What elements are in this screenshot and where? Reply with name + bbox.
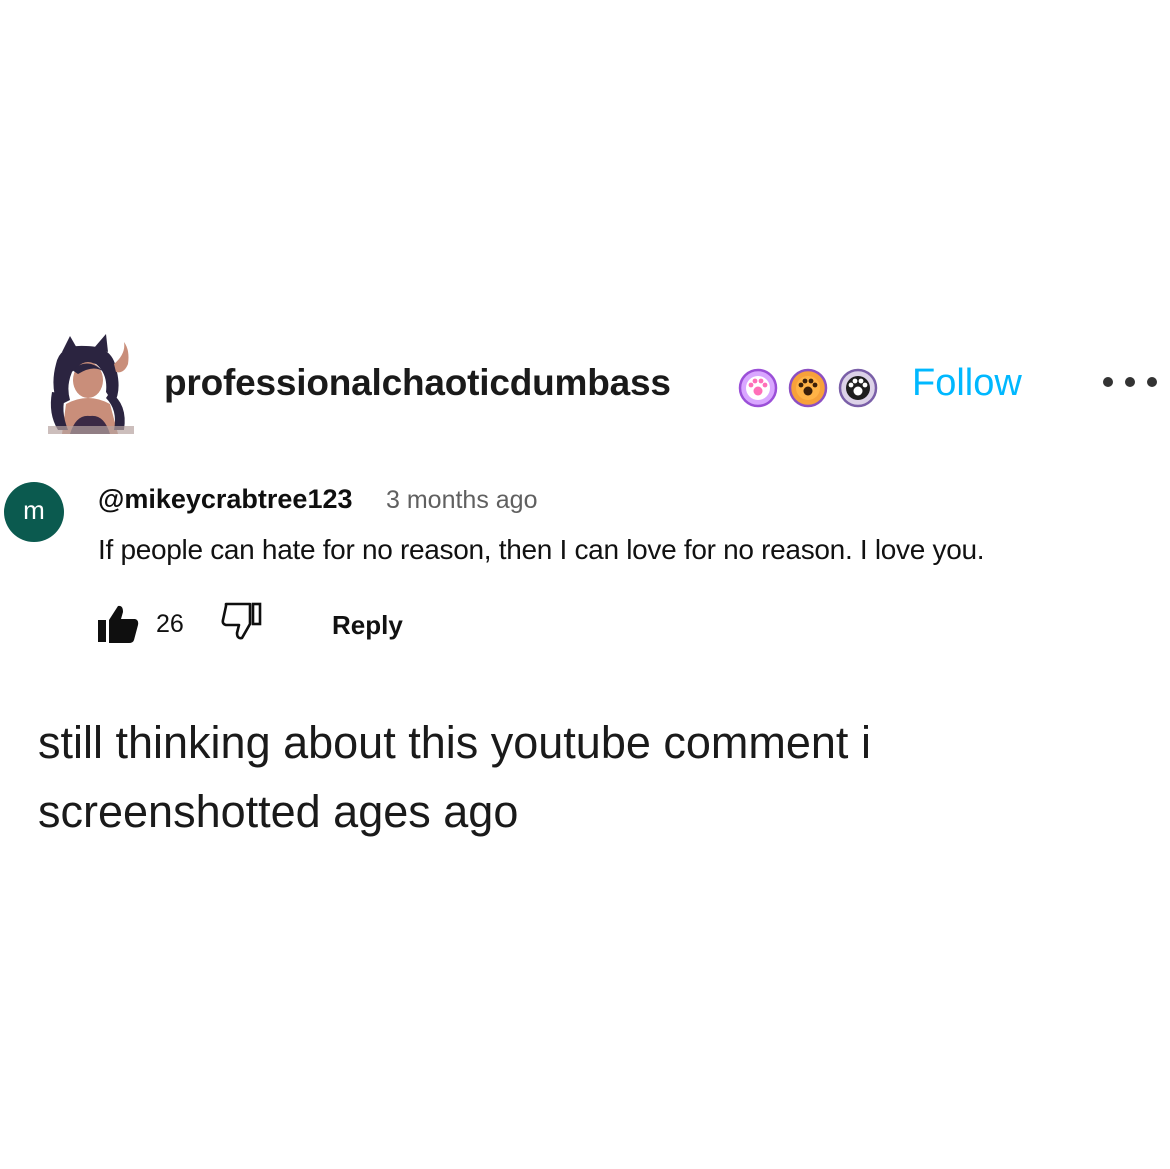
post-username[interactable]: professionalchaoticdumbass	[164, 362, 671, 404]
orange-paw-badge-icon[interactable]	[788, 368, 828, 408]
post-header: professionalchaoticdumbass Follow	[48, 334, 1160, 436]
badge-row	[738, 368, 878, 408]
comment-handle[interactable]: @mikeycrabtree123	[98, 484, 353, 515]
comment-text: If people can hate for no reason, then I…	[98, 534, 985, 565]
follow-button[interactable]: Follow	[912, 362, 1022, 405]
thumbs-down-icon[interactable]	[220, 600, 264, 640]
reply-button[interactable]: Reply	[332, 610, 403, 641]
more-options-icon[interactable]	[1100, 372, 1160, 392]
user-avatar[interactable]	[48, 334, 134, 434]
comment-avatar[interactable]: m	[4, 482, 64, 542]
comment-timestamp[interactable]: 3 months ago	[386, 486, 538, 515]
comment-actions: 26 Reply	[96, 598, 496, 648]
pink-paw-badge-icon[interactable]	[738, 368, 778, 408]
post-body-text: still thinking about this youtube commen…	[38, 717, 871, 837]
like-count: 26	[156, 610, 184, 638]
youtube-comment: m @mikeycrabtree123 3 months ago If peop…	[0, 470, 1170, 670]
black-paw-badge-icon[interactable]	[838, 368, 878, 408]
thumbs-up-icon[interactable]	[96, 604, 140, 644]
